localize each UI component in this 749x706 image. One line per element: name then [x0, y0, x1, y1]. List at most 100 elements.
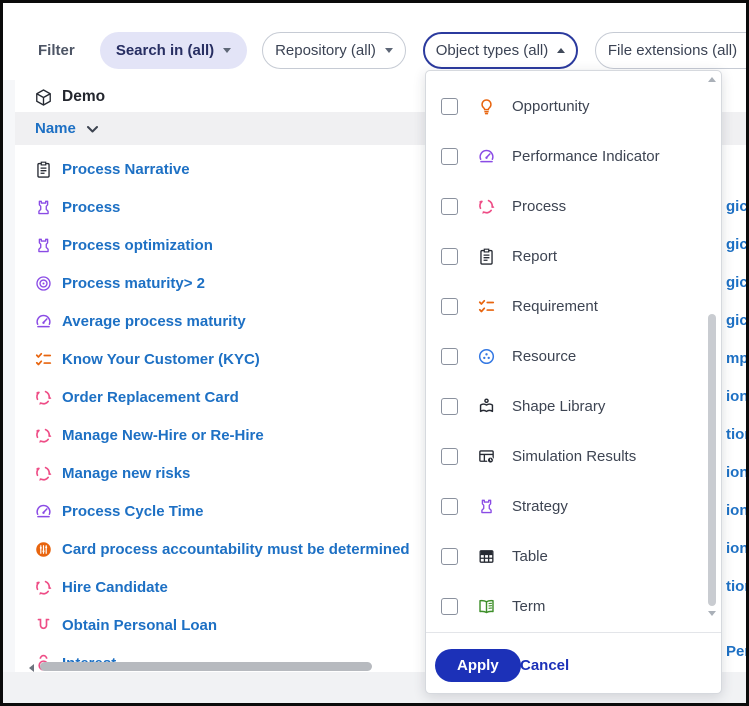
- checkbox[interactable]: [441, 248, 458, 265]
- checklist-icon: [34, 350, 53, 369]
- term-book-icon: [477, 597, 496, 616]
- object-type-label: Term: [512, 598, 545, 615]
- checkbox[interactable]: [441, 548, 458, 565]
- pill-label: Search in (all): [116, 42, 214, 59]
- checkbox[interactable]: [441, 398, 458, 415]
- gauge-icon: [34, 312, 53, 331]
- occluded-link-text[interactable]: tion: [726, 426, 749, 443]
- list-item-link[interactable]: Manage New-Hire or Re-Hire: [62, 427, 264, 444]
- checkbox[interactable]: [441, 198, 458, 215]
- occluded-link-text[interactable]: ion: [726, 464, 749, 481]
- checkbox[interactable]: [441, 298, 458, 315]
- pill-label: Repository (all): [275, 42, 376, 59]
- object-type-option[interactable]: Performance Indicator: [426, 131, 707, 181]
- occluded-link-text[interactable]: mpl: [726, 350, 749, 367]
- target-icon: [34, 274, 53, 293]
- object-type-option[interactable]: Table: [426, 531, 707, 581]
- chevron-up-icon: [557, 48, 565, 53]
- occluded-link-text[interactable]: ion: [726, 540, 749, 557]
- repository-group-header: Demo: [15, 82, 105, 112]
- object-type-option[interactable]: Shape Library: [426, 381, 707, 431]
- object-type-label: Resource: [512, 348, 576, 365]
- list-item-link[interactable]: Know Your Customer (KYC): [62, 351, 260, 368]
- filter-bar: Filter Search in (all) Repository (all) …: [3, 3, 746, 80]
- column-header-label: Name: [35, 120, 76, 137]
- recycle-icon: [34, 464, 53, 483]
- occluded-link-text[interactable]: ion: [726, 388, 749, 405]
- list-item-link[interactable]: Order Replacement Card: [62, 389, 239, 406]
- chevron-down-icon: [86, 125, 99, 134]
- object-type-label: Table: [512, 548, 548, 565]
- checkbox[interactable]: [441, 148, 458, 165]
- list-item-link[interactable]: Process maturity> 2: [62, 275, 205, 292]
- object-types-dropdown: Opportunity Performance Indicator Process R…: [425, 70, 722, 694]
- recycle-icon: [34, 426, 53, 445]
- checklist-icon: [477, 297, 496, 316]
- occluded-link-text[interactable]: ion: [726, 502, 749, 519]
- lightbulb-icon: [477, 97, 496, 116]
- list-item-link[interactable]: Obtain Personal Loan: [62, 617, 217, 634]
- object-type-option[interactable]: Resource: [426, 331, 707, 381]
- scrollbar-thumb[interactable]: [40, 662, 372, 671]
- object-type-option[interactable]: Strategy: [426, 481, 707, 531]
- list-item-link[interactable]: Process Cycle Time: [62, 503, 203, 520]
- occluded-link-text[interactable]: Perc: [726, 643, 749, 660]
- object-type-label: Performance Indicator: [512, 148, 660, 165]
- dropdown-footer: Apply Cancel: [426, 632, 721, 693]
- object-type-label: Process: [512, 198, 566, 215]
- object-types-filter-button[interactable]: Object types (all): [423, 32, 578, 69]
- object-type-label: Simulation Results: [512, 448, 636, 465]
- object-type-option[interactable]: Term: [426, 581, 707, 631]
- rook-icon: [34, 198, 53, 217]
- occluded-link-text[interactable]: gic P: [726, 236, 749, 253]
- page-margin: [3, 80, 15, 703]
- dropdown-scrollbar[interactable]: [705, 71, 719, 632]
- scroll-left-arrow-icon[interactable]: [29, 664, 34, 672]
- list-item-link[interactable]: Process optimization: [62, 237, 213, 254]
- occluded-link-text[interactable]: tion: [726, 578, 749, 595]
- occluded-link-text[interactable]: gic P: [726, 198, 749, 215]
- occluded-link-text[interactable]: gic P: [726, 312, 749, 329]
- gauge-icon: [477, 147, 496, 166]
- apply-button[interactable]: Apply: [435, 649, 521, 682]
- object-type-option[interactable]: Process: [426, 181, 707, 231]
- object-type-label: Strategy: [512, 498, 568, 515]
- list-item-link[interactable]: Manage new risks: [62, 465, 190, 482]
- scroll-up-arrow-icon[interactable]: [708, 77, 716, 82]
- pill-label: Object types (all): [436, 42, 549, 59]
- table-icon: [477, 547, 496, 566]
- checkbox[interactable]: [441, 348, 458, 365]
- object-type-option[interactable]: Requirement: [426, 281, 707, 331]
- clipboard-icon: [34, 160, 53, 179]
- sliders-circle-icon: [34, 540, 53, 559]
- object-type-label: Shape Library: [512, 398, 605, 415]
- checkbox[interactable]: [441, 598, 458, 615]
- object-type-option[interactable]: Report: [426, 231, 707, 281]
- recycle-icon: [477, 197, 496, 216]
- list-item-link[interactable]: Process Narrative: [62, 161, 190, 178]
- object-type-label: Opportunity: [512, 98, 590, 115]
- split-path-icon: [34, 616, 53, 635]
- rook-icon: [477, 497, 496, 516]
- search-in-filter-button[interactable]: Search in (all): [100, 32, 247, 69]
- checkbox[interactable]: [441, 498, 458, 515]
- occluded-link-text[interactable]: gic P: [726, 274, 749, 291]
- repository-name: Demo: [62, 88, 105, 106]
- scrollbar-thumb[interactable]: [708, 314, 716, 606]
- object-type-option[interactable]: Simulation Results: [426, 431, 707, 481]
- object-type-option[interactable]: Opportunity: [426, 81, 707, 131]
- resource-icon: [477, 347, 496, 366]
- cancel-button[interactable]: Cancel: [520, 657, 569, 674]
- list-item-link[interactable]: Average process maturity: [62, 313, 246, 330]
- checkbox[interactable]: [441, 98, 458, 115]
- checkbox[interactable]: [441, 448, 458, 465]
- gauge-icon: [34, 502, 53, 521]
- list-item-link[interactable]: Card process accountability must be dete…: [62, 541, 410, 558]
- file-extensions-filter-button[interactable]: File extensions (all): [595, 32, 749, 69]
- chevron-down-icon: [223, 48, 231, 53]
- repository-filter-button[interactable]: Repository (all): [262, 32, 406, 69]
- list-item-link[interactable]: Process: [62, 199, 120, 216]
- list-item-link[interactable]: Hire Candidate: [62, 579, 168, 596]
- scroll-down-arrow-icon[interactable]: [708, 611, 716, 616]
- pill-label: File extensions (all): [608, 42, 737, 59]
